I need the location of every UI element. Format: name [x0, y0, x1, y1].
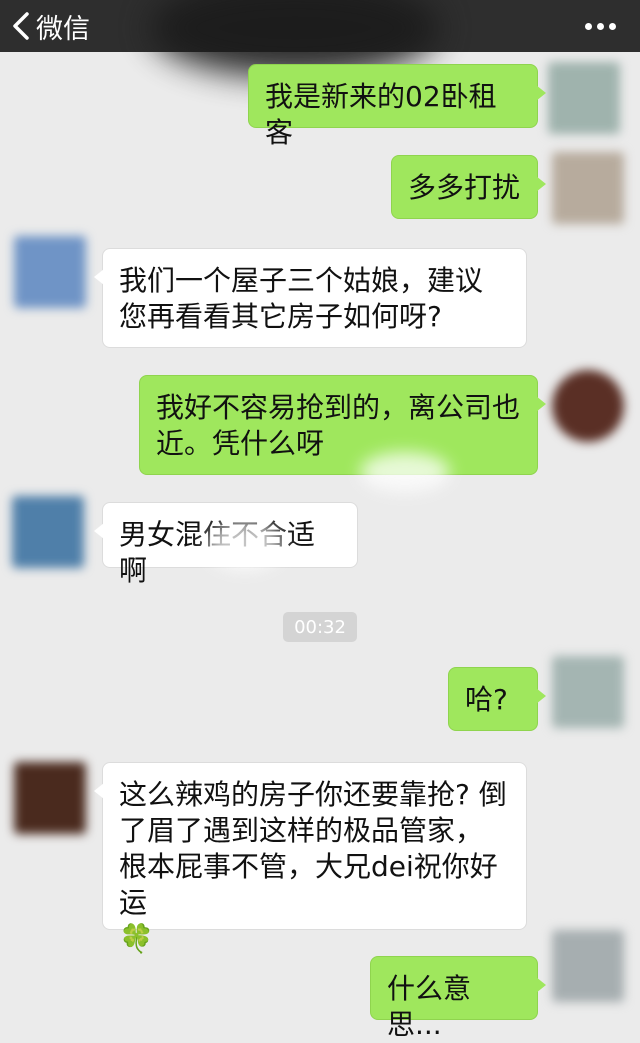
avatar-self[interactable] — [552, 370, 624, 442]
message-text: 这么辣鸡的房子你还要靠抢? 倒了眉了遇到这样的极品管家，根本屁事不管，大兄dei… — [119, 778, 507, 919]
avatar-self[interactable] — [548, 62, 620, 134]
avatar-self[interactable] — [552, 930, 624, 1002]
message-text: 什么意思... — [387, 972, 472, 1041]
avatar-contact[interactable] — [14, 762, 86, 834]
more-button[interactable] — [576, 8, 624, 44]
message-text: 多多打扰 — [408, 171, 521, 204]
message-text: 哈? — [465, 683, 508, 716]
more-dot — [608, 22, 616, 30]
back-button[interactable]: 微信 — [10, 0, 90, 52]
avatar-contact[interactable] — [12, 496, 84, 568]
message-bubble[interactable]: 哈? — [448, 667, 546, 731]
timestamp-label: 00:32 — [283, 612, 357, 642]
blurred-smudge — [205, 520, 285, 570]
message-bubble[interactable]: 我们一个屋子三个姑娘，建议您再看看其它房子如何呀? — [94, 248, 527, 348]
chevron-left-icon — [13, 12, 29, 40]
message-text: 我是新来的02卧租客 — [265, 80, 497, 149]
message-bubble[interactable]: 我好不容易抢到的，离公司也近。凭什么呀 — [139, 375, 546, 475]
message-bubble[interactable]: 什么意思... — [370, 956, 546, 1041]
message-bubble[interactable]: 这么辣鸡的房子你还要靠抢? 倒了眉了遇到这样的极品管家，根本屁事不管，大兄dei… — [94, 762, 527, 955]
top-bar: 微信 — [0, 0, 640, 78]
clover-emoji-icon: 🍀 — [119, 922, 154, 955]
more-dot — [596, 22, 604, 30]
avatar-self[interactable] — [552, 656, 624, 728]
avatar-contact[interactable] — [14, 236, 86, 308]
blurred-smudge — [360, 452, 450, 492]
message-text: 我们一个屋子三个姑娘，建议您再看看其它房子如何呀? — [119, 264, 484, 333]
back-label: 微信 — [36, 13, 90, 45]
more-dots-icon — [584, 22, 592, 30]
avatar-self[interactable] — [552, 152, 624, 224]
message-bubble[interactable]: 多多打扰 — [391, 155, 546, 219]
message-bubble[interactable]: 我是新来的02卧租客 — [248, 64, 546, 149]
message-text: 我好不容易抢到的，离公司也近。凭什么呀 — [156, 391, 521, 460]
